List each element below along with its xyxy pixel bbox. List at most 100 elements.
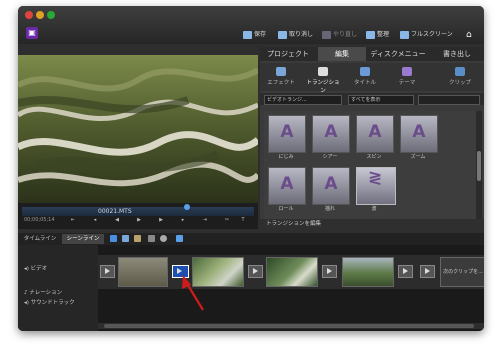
transition-slot[interactable] xyxy=(322,265,337,278)
next-clip-placeholder[interactable]: 次のクリップを... xyxy=(440,257,484,287)
rewind-icon[interactable]: ◀ xyxy=(114,217,120,224)
fullscreen-icon xyxy=(400,30,409,39)
save-icon xyxy=(243,30,252,39)
transition-item[interactable]: A xyxy=(268,167,306,205)
tab-timeline[interactable]: タイムライン xyxy=(20,234,60,244)
tab-share[interactable]: 書き出し xyxy=(430,47,484,61)
undo-icon xyxy=(278,30,287,39)
sub-tab-themes[interactable]: テーマ xyxy=(388,65,426,89)
transition-item[interactable]: A xyxy=(312,115,350,153)
search-input[interactable] xyxy=(418,95,480,105)
show-dropdown[interactable]: すべてを表示 xyxy=(348,95,414,105)
sceneline-tracks: ◂) ビデオ ♪ ナレーション ◂) サウンドトラック 次のクリップを... xyxy=(18,245,484,331)
video-track-label: ◂) ビデオ xyxy=(24,266,48,272)
transition-grid: A にじみ A シアー A スピン A ズーム A ロール A 揺れ ≷ 波 xyxy=(264,111,476,223)
scene-clip[interactable] xyxy=(342,257,394,287)
titles-icon xyxy=(360,67,370,76)
transition-item[interactable]: A xyxy=(400,115,438,153)
sub-tab-titles-label: タイトル xyxy=(353,80,376,86)
transition-item[interactable]: A xyxy=(356,115,394,153)
minimize-window-button[interactable] xyxy=(36,11,44,19)
fullscreen-button[interactable]: フルスクリーン xyxy=(400,30,453,40)
close-window-button[interactable] xyxy=(25,11,33,19)
clip-icon xyxy=(455,67,465,76)
sub-tab-transitions-label: トランジション xyxy=(306,80,340,94)
organize-icon xyxy=(366,30,375,39)
organize-button[interactable]: 整理 xyxy=(366,30,389,40)
marker-icon[interactable] xyxy=(134,235,141,242)
sub-tab-clip[interactable]: クリップ xyxy=(438,65,482,89)
title-bar: ▣ 保存 取り消し やり直し 整理 フルスクリーン ⌂ xyxy=(18,6,484,44)
zoom-window-button[interactable] xyxy=(47,11,55,19)
grid-scrollbar-thumb[interactable] xyxy=(477,151,481,181)
clip-name: 00021.MTS xyxy=(98,208,132,215)
app-logo-icon: ▣ xyxy=(26,27,38,39)
undo-label: 取り消し xyxy=(289,31,314,38)
scene-clip[interactable] xyxy=(266,257,318,287)
tab-disc-menu[interactable]: ディスクメニュー xyxy=(368,47,428,61)
fast-forward-icon[interactable]: ▶ xyxy=(158,217,164,224)
transition-label: ロール xyxy=(278,206,294,212)
undo-button[interactable]: 取り消し xyxy=(278,30,313,40)
transition-slot[interactable] xyxy=(100,265,115,278)
scene-clip[interactable] xyxy=(192,257,244,287)
timecode: 00;00;05;14 xyxy=(24,217,55,223)
save-button[interactable]: 保存 xyxy=(243,30,266,40)
filter-bar: ビデオトランジ... すべてを表示 xyxy=(260,93,484,105)
main-tabs: プロジェクト 編集 ディスクメニュー 書き出し xyxy=(260,47,484,61)
sub-tab-clip-label: クリップ xyxy=(448,80,471,86)
go-start-icon[interactable]: ⇤ xyxy=(70,217,76,224)
transitions-icon xyxy=(318,67,328,76)
split-clip-icon[interactable]: ✂ xyxy=(224,217,230,224)
transition-preview-icon: A xyxy=(324,122,338,142)
tab-sceneline[interactable]: シーンライン xyxy=(62,234,104,244)
sub-tab-effects[interactable]: エフェクト xyxy=(262,65,300,89)
redo-button[interactable]: やり直し xyxy=(322,30,357,40)
transition-slot[interactable] xyxy=(248,265,263,278)
category-dropdown[interactable]: ビデオトランジ... xyxy=(264,95,342,105)
sub-tab-titles[interactable]: タイトル xyxy=(346,65,384,89)
smart-fix-icon[interactable] xyxy=(110,235,117,242)
track-labels: ◂) ビデオ ♪ ナレーション ◂) サウンドトラック xyxy=(18,245,98,331)
text-tool-icon[interactable]: T xyxy=(240,217,246,224)
transition-preview-icon: ≷ xyxy=(367,168,383,188)
transition-label: スピン xyxy=(366,154,382,160)
sub-tab-themes-label: テーマ xyxy=(398,80,416,86)
soundtrack-track-name: サウンドトラック xyxy=(30,300,75,306)
transition-preview-icon: A xyxy=(280,174,294,194)
play-icon[interactable]: ▶ xyxy=(136,217,142,224)
transition-slot[interactable] xyxy=(398,265,413,278)
scene-clip[interactable] xyxy=(118,257,168,287)
clip-time-bar[interactable] xyxy=(22,207,254,216)
snapshot-icon[interactable] xyxy=(148,235,155,242)
timeline-scrollbar[interactable] xyxy=(98,323,484,329)
transition-item[interactable]: A xyxy=(268,115,306,153)
home-icon[interactable]: ⌂ xyxy=(466,30,472,40)
audio-icon[interactable] xyxy=(160,235,167,242)
transition-slot-selected[interactable] xyxy=(172,265,189,278)
volume-icon[interactable] xyxy=(176,235,183,242)
sub-tab-transitions[interactable]: トランジション xyxy=(304,65,342,94)
narration-track-label: ♪ ナレーション xyxy=(24,290,63,296)
movie-icon[interactable] xyxy=(122,235,129,242)
video-track-name: ビデオ xyxy=(30,266,48,272)
step-forward-icon[interactable]: ▸ xyxy=(180,217,186,224)
edit-transition-button[interactable]: トランジションを編集 xyxy=(260,219,484,230)
step-back-icon[interactable]: ◂ xyxy=(92,217,98,224)
go-end-icon[interactable]: ⇥ xyxy=(202,217,208,224)
transition-item-selected[interactable]: ≷ xyxy=(356,167,396,205)
tab-edit[interactable]: 編集 xyxy=(318,47,366,61)
tab-project[interactable]: プロジェクト xyxy=(260,47,316,61)
transition-preview-icon: A xyxy=(368,122,382,142)
editor-window: ▣ 保存 取り消し やり直し 整理 フルスクリーン ⌂ 00021.MTS 00… xyxy=(18,6,484,331)
sub-tab-effects-label: エフェクト xyxy=(267,80,295,86)
edit-sub-tabs: エフェクト トランジション タイトル テーマ クリップ xyxy=(260,63,484,94)
transition-slot[interactable] xyxy=(420,265,435,278)
playhead-handle[interactable] xyxy=(184,204,190,210)
video-track: 次のクリップを... xyxy=(98,255,484,289)
transition-item[interactable]: A xyxy=(312,167,350,205)
fullscreen-label: フルスクリーン xyxy=(411,31,453,38)
grid-scrollbar[interactable] xyxy=(476,111,482,223)
themes-icon xyxy=(402,67,412,76)
timeline-scrollbar-thumb[interactable] xyxy=(104,324,474,328)
